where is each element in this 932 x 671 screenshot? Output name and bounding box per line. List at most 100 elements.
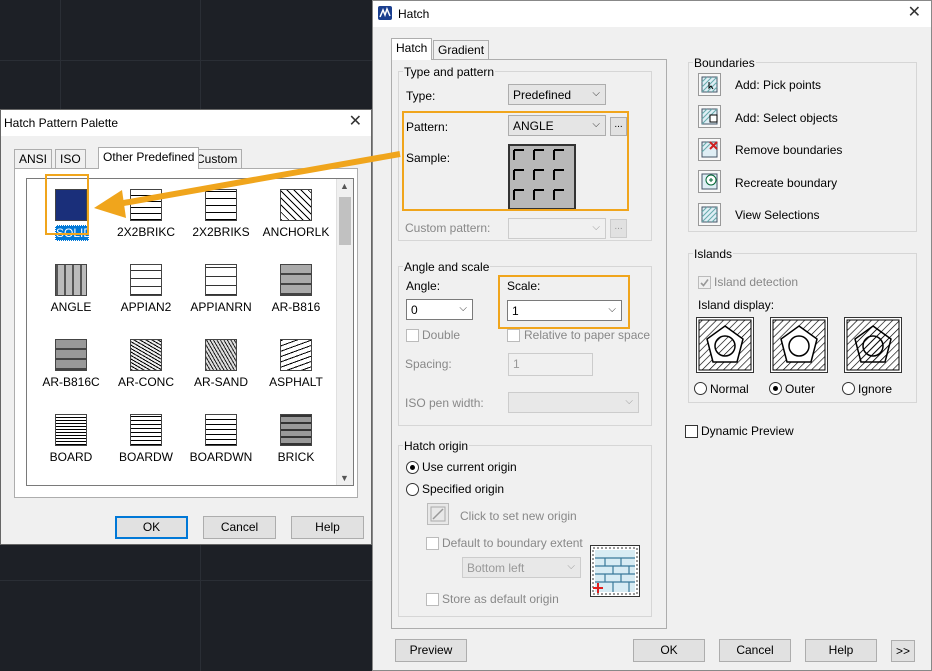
island-outer-image[interactable] <box>770 317 828 373</box>
pattern-swatch <box>55 414 87 446</box>
hatch-cancel-button[interactable]: Cancel <box>719 639 791 662</box>
spacing-input[interactable]: 1 <box>508 353 593 376</box>
pattern-swatch <box>280 339 312 371</box>
angle-scale-label: Angle and scale <box>403 260 491 274</box>
pattern-swatch <box>130 339 162 371</box>
use-current-origin-radio[interactable] <box>406 461 419 474</box>
pattern-tile-appianrn[interactable]: APPIANRN <box>185 258 257 328</box>
pattern-tile-ar-sand[interactable]: AR-SAND <box>185 333 257 403</box>
pattern-swatch <box>130 414 162 446</box>
island-normal-image[interactable] <box>696 317 754 373</box>
scroll-thumb[interactable] <box>339 197 351 245</box>
palette-ok-button[interactable]: OK <box>115 516 188 539</box>
island-detection-checkbox[interactable] <box>698 276 711 289</box>
recreate-boundary-icon[interactable] <box>698 170 721 193</box>
relative-paper-space-label: Relative to paper space <box>524 328 651 342</box>
boundary-position-select[interactable]: Bottom left ⌵ <box>462 557 581 578</box>
tab-gradient[interactable]: Gradient <box>433 40 490 60</box>
hatch-ok-button[interactable]: OK <box>633 639 705 662</box>
dynamic-preview-checkbox[interactable] <box>685 425 698 438</box>
island-outer-radio[interactable] <box>769 382 782 395</box>
pattern-label: BRICK <box>277 450 315 464</box>
island-normal-radio[interactable] <box>694 382 707 395</box>
chevron-down-icon: ⌵ <box>592 222 600 233</box>
pattern-tile-boardwn[interactable]: BOARDWN <box>185 408 257 478</box>
palette-titlebar: Hatch Pattern Palette ✕ <box>1 110 371 136</box>
island-ignore-label: Ignore <box>858 382 893 396</box>
iso-pen-width-label: ISO pen width: <box>405 396 484 410</box>
custom-pattern-browse-button[interactable]: ... <box>610 219 627 238</box>
hatch-dialog: Hatch ✕ Hatch Gradient Type and pattern … <box>372 0 932 671</box>
pattern-highlight-box <box>402 111 629 211</box>
hatch-origin-label: Hatch origin <box>403 439 470 453</box>
custom-pattern-label: Custom pattern: <box>405 221 491 235</box>
expand-button[interactable]: >> <box>891 640 915 662</box>
pattern-tile-anchorlk[interactable]: ANCHORLK <box>260 183 332 253</box>
chevron-down-icon: ⌵ <box>592 88 600 99</box>
specified-origin-label: Specified origin <box>422 482 505 496</box>
pattern-tile-2x2briks[interactable]: 2X2BRIKS <box>185 183 257 253</box>
boundaries-label: Boundaries <box>693 56 756 70</box>
pattern-tile-ar-b816c[interactable]: AR-B816C <box>35 333 107 403</box>
tab-ansi[interactable]: ANSI <box>14 149 53 169</box>
default-boundary-checkbox[interactable] <box>426 537 439 550</box>
solid-highlight-box <box>45 174 89 235</box>
remove-boundaries-icon[interactable] <box>698 138 721 161</box>
island-detection-label: Island detection <box>714 275 799 289</box>
angle-select[interactable]: 0 ⌵ <box>406 299 473 320</box>
remove-boundaries-label[interactable]: Remove boundaries <box>735 143 842 157</box>
island-ignore-image[interactable] <box>844 317 902 373</box>
palette-cancel-button[interactable]: Cancel <box>203 516 276 539</box>
pattern-tile-board[interactable]: BOARD <box>35 408 107 478</box>
pick-points-icon[interactable] <box>698 73 721 96</box>
hatch-help-button[interactable]: Help <box>805 639 877 662</box>
view-selections-label[interactable]: View Selections <box>735 208 820 222</box>
relative-paper-space-checkbox[interactable] <box>507 329 520 342</box>
preview-button[interactable]: Preview <box>395 639 467 662</box>
type-select[interactable]: Predefined ⌵ <box>508 84 606 105</box>
palette-help-button[interactable]: Help <box>291 516 364 539</box>
pattern-swatch <box>205 414 237 446</box>
island-normal-label: Normal <box>710 382 749 396</box>
chevron-down-icon: ⌵ <box>459 303 467 314</box>
pattern-swatch <box>280 264 312 296</box>
tab-hatch[interactable]: Hatch <box>391 38 433 60</box>
pattern-tile-ar-conc[interactable]: AR-CONC <box>110 333 182 403</box>
set-origin-icon[interactable] <box>427 503 449 525</box>
pick-points-label[interactable]: Add: Pick points <box>735 78 821 92</box>
chevron-down-icon: ⌵ <box>625 396 633 407</box>
pattern-label: AR-B816 <box>271 300 321 314</box>
pattern-tile-boardw[interactable]: BOARDW <box>110 408 182 478</box>
hatch-close-button[interactable]: ✕ <box>908 4 921 22</box>
pattern-label: ASPHALT <box>269 375 323 389</box>
scroll-down-icon[interactable]: ▼ <box>340 473 349 483</box>
recreate-boundary-label[interactable]: Recreate boundary <box>735 176 837 190</box>
double-checkbox[interactable] <box>406 329 419 342</box>
tab-other-predefined[interactable]: Other Predefined <box>98 147 200 169</box>
pattern-swatch <box>130 264 162 296</box>
island-ignore-radio[interactable] <box>842 382 855 395</box>
store-default-origin-label: Store as default origin <box>442 592 559 606</box>
custom-pattern-select[interactable]: ⌵ <box>508 218 606 239</box>
pattern-tile-asphalt[interactable]: ASPHALT <box>260 333 332 403</box>
scroll-up-icon[interactable]: ▲ <box>340 181 349 191</box>
palette-close-button[interactable]: ✕ <box>349 113 362 131</box>
app-icon <box>378 6 392 20</box>
specified-origin-radio[interactable] <box>406 483 419 496</box>
select-objects-icon[interactable] <box>698 105 721 128</box>
pattern-tile-2x2brikc[interactable]: 2X2BRIKC <box>110 183 182 253</box>
pattern-tile-brick[interactable]: BRICK <box>260 408 332 478</box>
iso-pen-width-select[interactable]: ⌵ <box>508 392 639 413</box>
spacing-label: Spacing: <box>405 357 452 371</box>
store-default-origin-checkbox[interactable] <box>426 593 439 606</box>
pattern-tile-angle[interactable]: ANGLE <box>35 258 107 328</box>
pattern-swatch <box>130 189 162 221</box>
use-current-origin-label: Use current origin <box>422 460 517 474</box>
tab-iso[interactable]: ISO <box>55 149 86 169</box>
pattern-swatch <box>55 264 87 296</box>
scrollbar[interactable]: ▲ ▼ <box>336 179 353 485</box>
pattern-tile-appian2[interactable]: APPIAN2 <box>110 258 182 328</box>
view-selections-icon[interactable] <box>698 203 721 226</box>
select-objects-label[interactable]: Add: Select objects <box>735 111 838 125</box>
pattern-tile-ar-b816[interactable]: AR-B816 <box>260 258 332 328</box>
